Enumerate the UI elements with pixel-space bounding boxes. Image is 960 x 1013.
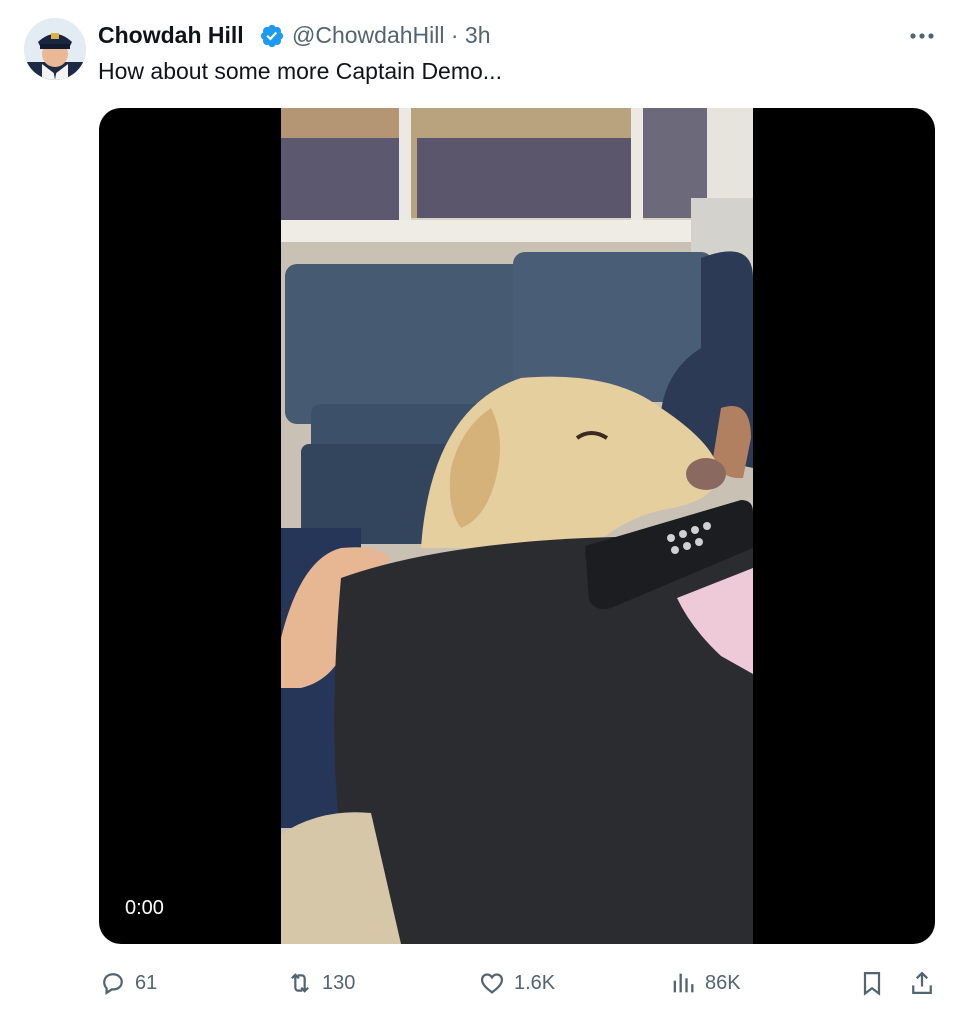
repost-icon bbox=[291, 973, 309, 993]
views-chart-icon bbox=[673, 973, 694, 993]
like-count: 1.6K bbox=[514, 971, 556, 994]
bookmark-button[interactable] bbox=[857, 966, 887, 1000]
avatar[interactable] bbox=[24, 18, 86, 80]
views-button[interactable]: 86K bbox=[669, 966, 741, 1000]
author-handle-line: @ChowdahHill · 3h bbox=[292, 22, 491, 49]
verified-badge-icon[interactable] bbox=[259, 23, 285, 49]
author-name[interactable]: Chowdah Hill bbox=[98, 22, 244, 49]
tweet-text: How about some more Captain Demo... bbox=[98, 58, 502, 84]
heart-icon bbox=[480, 973, 504, 994]
repost-count: 130 bbox=[322, 971, 356, 994]
views-count: 86K bbox=[705, 971, 741, 994]
author-handle[interactable]: @ChowdahHill bbox=[292, 22, 444, 48]
separator-dot: · bbox=[450, 22, 459, 48]
post-time[interactable]: 3h bbox=[465, 22, 491, 48]
avatar-image bbox=[24, 18, 86, 80]
video-player[interactable]: 0:00 bbox=[99, 108, 935, 944]
repost-button[interactable]: 130 bbox=[286, 966, 355, 1000]
video-frame bbox=[281, 108, 753, 944]
share-button[interactable] bbox=[907, 966, 937, 1000]
video-timestamp: 0:00 bbox=[125, 897, 164, 919]
more-options-icon[interactable] bbox=[906, 24, 938, 48]
reply-count: 61 bbox=[135, 971, 158, 994]
bookmark-icon bbox=[863, 971, 881, 996]
share-icon bbox=[912, 971, 932, 995]
reply-icon bbox=[103, 973, 123, 995]
reply-button[interactable]: 61 bbox=[99, 966, 157, 1000]
like-button[interactable]: 1.6K bbox=[478, 966, 555, 1000]
